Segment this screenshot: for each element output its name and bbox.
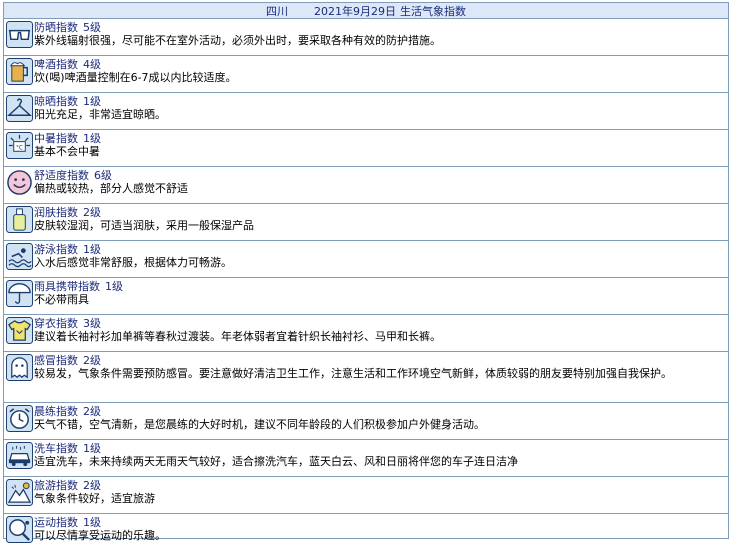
index-name: 雨具携带指数	[34, 280, 100, 293]
ping-pong-paddle-icon	[5, 516, 33, 543]
umbrella-icon	[5, 280, 33, 307]
tshirt-icon	[5, 317, 33, 344]
index-level: 2级	[83, 405, 101, 418]
index-level: 3级	[83, 317, 101, 330]
index-level: 2级	[83, 354, 101, 367]
index-row-sports: 运动指数 1级 可以尽情享受运动的乐趣。	[4, 514, 728, 551]
index-level: 1级	[105, 280, 123, 293]
index-row-travel: 旅游指数 2级 气象条件较好，适宜旅游	[4, 477, 728, 514]
index-description: 基本不会中暑	[34, 145, 100, 158]
index-name: 晨练指数	[34, 405, 78, 418]
index-name: 啤酒指数	[34, 58, 78, 71]
index-name: 晾晒指数	[34, 95, 78, 108]
index-description: 饮(喝)啤酒量控制在6-7成以内比较适度。	[34, 71, 237, 84]
index-row-comfort: 舒适度指数 6级 偏热或较热，部分人感觉不舒适	[4, 167, 728, 204]
index-row-morning-exercise: 晨练指数 2级 天气不错，空气清新，是您晨练的大好时机，建议不同年龄段的人们积极参加…	[4, 403, 728, 440]
index-description: 可以尽情享受运动的乐趣。	[34, 529, 166, 542]
table-header: 四川 2021年9月29日 生活气象指数	[4, 3, 728, 19]
index-description: 紫外线辐射很强，尽可能不在室外活动，必须外出时，要采取各种有效的防护措施。	[34, 34, 441, 47]
index-description: 建议着长袖衬衫加单裤等春秋过渡装。年老体弱者宜着针织长袖衬衫、马甲和长裤。	[34, 330, 441, 343]
index-row-beer: 啤酒指数 4级 饮(喝)啤酒量控制在6-7成以内比较适度。	[4, 56, 728, 93]
index-level: 1级	[83, 95, 101, 108]
index-name: 洗车指数	[34, 442, 78, 455]
index-row-cold: 感冒指数 2级 较易发，气象条件需要预防感冒。要注意做好清洁卫生工作，注意生活和工作…	[4, 352, 728, 403]
index-description: 阳光充足，非常适宜晾晒。	[34, 108, 166, 121]
index-name: 中暑指数	[34, 132, 78, 145]
index-description: 天气不错，空气清新，是您晨练的大好时机，建议不同年龄段的人们积极参加户外健身活动…	[34, 418, 485, 431]
index-level: 5级	[83, 21, 101, 34]
header-date: 2021年9月29日	[314, 4, 396, 18]
index-level: 6级	[94, 169, 112, 182]
index-name: 运动指数	[34, 516, 78, 529]
lotion-bottle-icon	[5, 206, 33, 233]
index-name: 感冒指数	[34, 354, 78, 367]
index-name: 润肤指数	[34, 206, 78, 219]
index-name: 舒适度指数	[34, 169, 89, 182]
index-level: 4级	[83, 58, 101, 71]
index-level: 2级	[83, 206, 101, 219]
index-name: 游泳指数	[34, 243, 78, 256]
index-description: 适宜洗车，未来持续两天无雨天气较好，适合擦洗汽车，蓝天白云、风和日丽将伴您的车子…	[34, 455, 518, 468]
index-row-car-wash: 洗车指数 1级 适宜洗车，未来持续两天无雨天气较好，适合擦洗汽车，蓝天白云、风和日丽…	[4, 440, 728, 477]
index-row-sun-protection: 防晒指数 5级 紫外线辐射很强，尽可能不在室外活动，必须外出时，要采取各种有效的防护…	[4, 19, 728, 56]
index-description: 入水后感觉非常舒服，根据体力可畅游。	[34, 256, 232, 269]
index-level: 1级	[83, 442, 101, 455]
index-row-rain-gear: 雨具携带指数 1级不必带雨具	[4, 278, 728, 315]
index-row-drying: 晾晒指数 1级 阳光充足，非常适宜晾晒。	[4, 93, 728, 130]
index-name: 穿衣指数	[34, 317, 78, 330]
thermometer-sun-icon: °C	[5, 132, 33, 159]
car-wash-icon	[5, 442, 33, 469]
header-title: 生活气象指数	[400, 4, 466, 18]
index-table: 四川 2021年9月29日 生活气象指数 防晒指数 5级 紫外线辐射很强，尽可能不在…	[3, 2, 729, 543]
index-description: 不必带雨具	[34, 293, 89, 306]
header-region: 四川	[266, 4, 288, 18]
index-description: 气象条件较好，适宜旅游	[34, 492, 155, 505]
index-name: 旅游指数	[34, 479, 78, 492]
index-level: 2级	[83, 479, 101, 492]
index-description: 偏热或较热，部分人感觉不舒适	[34, 182, 188, 195]
beer-mug-icon	[5, 58, 33, 85]
mountain-travel-icon	[5, 479, 33, 506]
index-level: 1级	[83, 132, 101, 145]
clothes-hanger-icon	[5, 95, 33, 122]
index-row-swimming: 游泳指数 1级 入水后感觉非常舒服，根据体力可畅游。	[4, 241, 728, 278]
index-level: 1级	[83, 243, 101, 256]
swimming-icon	[5, 243, 33, 270]
sunglasses-icon	[5, 21, 33, 48]
alarm-clock-icon	[5, 405, 33, 432]
smiley-face-icon	[6, 170, 32, 195]
index-name: 防晒指数	[34, 21, 78, 34]
index-row-moisturizing: 润肤指数 2级 皮肤较湿润，可适当润肤，采用一般保湿产品	[4, 204, 728, 241]
index-row-dressing: 穿衣指数 3级 建议着长袖衬衫加单裤等春秋过渡装。年老体弱者宜着针织长袖衬衫、马甲和…	[4, 315, 728, 352]
index-level: 1级	[83, 516, 101, 529]
index-description: 皮肤较湿润，可适当润肤，采用一般保湿产品	[34, 219, 254, 232]
index-row-heatstroke: °C 中暑指数 1级 基本不会中暑	[4, 130, 728, 167]
svg-text:°C: °C	[16, 145, 23, 151]
index-description: 较易发，气象条件需要预防感冒。要注意做好清洁卫生工作，注意生活和工作环境空气新鲜…	[34, 367, 672, 380]
ghost-icon	[5, 354, 33, 381]
